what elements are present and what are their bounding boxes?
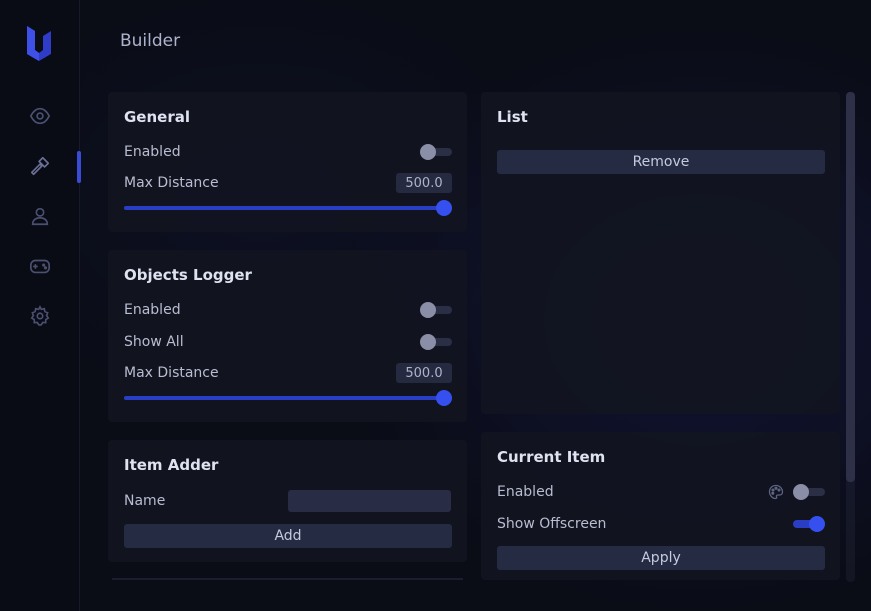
active-nav-indicator [77,151,81,183]
objects-logger-panel: Objects Logger Enabled Show All Max Dist… [108,250,467,422]
gamepad-icon [30,259,50,274]
toggle-knob [420,302,436,318]
page-title: Builder [120,31,181,51]
apply-button[interactable]: Apply [497,546,825,570]
toggle-knob [793,484,809,500]
objects-logger-max-distance-slider[interactable] [124,390,452,406]
eye-icon [29,107,51,125]
remove-button[interactable]: Remove [497,150,825,174]
current-item-enabled-toggle[interactable] [793,484,825,500]
current-item-show-offscreen-label: Show Offscreen [497,516,607,532]
app-logo-icon [27,26,51,61]
objects-logger-max-distance-value[interactable]: 500.0 [396,363,452,383]
next-panel-edge [112,578,463,580]
scrollbar-thumb[interactable] [846,92,855,482]
sidebar-item-builder[interactable] [0,149,80,183]
objects-logger-max-distance-label: Max Distance [124,365,219,381]
slider-rail [124,206,452,210]
objects-logger-enabled-toggle[interactable] [420,302,452,318]
current-item-title: Current Item [497,448,606,466]
slider-rail [124,396,452,400]
slider-thumb[interactable] [436,200,452,216]
sidebar-item-player[interactable] [0,199,80,233]
list-panel: List Remove [481,92,840,414]
app-window: Builder General Enabled Max Distance 500… [0,0,871,611]
objects-logger-title: Objects Logger [124,266,252,284]
current-item-panel: Current Item Enabled Show Offscreen Appl… [481,432,840,580]
general-max-distance-value[interactable]: 500.0 [396,173,452,193]
item-adder-panel: Item Adder Name Add [108,440,467,562]
general-enabled-toggle[interactable] [420,144,452,160]
general-max-distance-slider[interactable] [124,200,452,216]
sidebar [0,0,81,611]
objects-logger-enabled-label: Enabled [124,302,181,318]
toggle-knob [809,516,825,532]
hammer-icon [30,156,50,176]
palette-icon[interactable] [768,484,784,500]
general-max-distance-label: Max Distance [124,175,219,191]
sidebar-item-visuals[interactable] [0,99,80,133]
item-adder-name-label: Name [124,493,166,509]
toggle-knob [420,334,436,350]
list-title: List [497,108,528,126]
sidebar-item-games[interactable] [0,249,80,283]
add-button[interactable]: Add [124,524,452,548]
sidebar-item-settings[interactable] [0,299,80,333]
current-item-enabled-label: Enabled [497,484,554,500]
user-icon [31,207,49,226]
general-title: General [124,108,190,126]
slider-thumb[interactable] [436,390,452,406]
gear-icon [30,305,50,326]
general-panel: General Enabled Max Distance 500.0 [108,92,467,232]
objects-logger-show-all-label: Show All [124,334,184,350]
item-adder-title: Item Adder [124,456,219,474]
toggle-knob [420,144,436,160]
general-enabled-label: Enabled [124,144,181,160]
current-item-show-offscreen-toggle[interactable] [793,516,825,532]
objects-logger-show-all-toggle[interactable] [420,334,452,350]
item-adder-name-input[interactable] [288,490,451,512]
